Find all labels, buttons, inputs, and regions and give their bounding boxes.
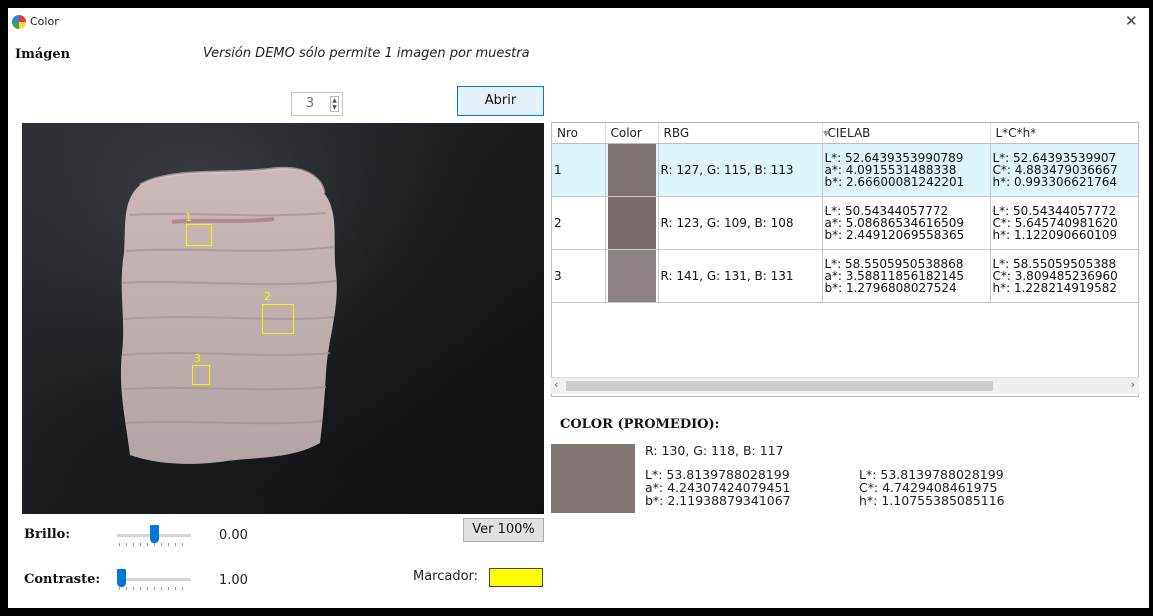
slider-ticks [119, 543, 189, 546]
lch-h: h*: 1.228214919582 [992, 281, 1118, 295]
marker-label: 3 [194, 352, 201, 365]
slider-thumb[interactable] [150, 525, 159, 543]
row-rgb: R: 123, G: 109, B: 108 [658, 196, 823, 250]
row-color-cell [605, 196, 659, 250]
title-bar: Color ✕ [8, 8, 1149, 36]
spinner-arrows-icon[interactable]: ▲ ▼ [330, 96, 339, 112]
image-label: Imágen [15, 47, 71, 62]
row-rgb: R: 141, G: 131, B: 131 [658, 249, 823, 303]
row-nro: 2 [552, 196, 606, 250]
row-lch: L*: 52.64393539907 C*: 4.883479036667 h*… [990, 143, 1138, 197]
row-nro: 3 [552, 249, 606, 303]
close-button[interactable]: ✕ [1125, 12, 1138, 30]
average-rgb: R: 130, G: 118, B: 117 [645, 443, 784, 458]
column-header-lch[interactable]: L*C*h* [990, 123, 1138, 144]
marker-box[interactable] [192, 365, 210, 385]
slider-thumb[interactable] [117, 569, 126, 587]
column-header-rgb[interactable]: RBG [658, 123, 823, 144]
marker-box[interactable] [186, 224, 212, 246]
brightness-label: Brillo: [24, 527, 71, 542]
cielab-b: b*: 1.2796808027524 [824, 281, 957, 295]
cielab-b: b*: 2.66600081242201 [824, 175, 965, 189]
marker-label: 2 [264, 290, 271, 303]
row-color-cell [605, 143, 659, 197]
scroll-right-icon[interactable]: › [1131, 378, 1135, 391]
row-cielab: L*: 50.54344057772 a*: 5.08686534616509 … [822, 196, 991, 250]
scroll-left-icon[interactable]: ‹ [554, 378, 558, 391]
table-header: Nro Color RBG CIELAB L*C*h* [552, 123, 1138, 144]
window-title: Color [30, 15, 59, 28]
row-nro: 1 [552, 143, 606, 197]
row-color-swatch [607, 197, 656, 249]
column-header-nro[interactable]: Nro [552, 123, 606, 144]
row-color-swatch [607, 144, 656, 196]
slider-ticks [119, 587, 189, 590]
table-row[interactable]: 1 R: 127, G: 115, B: 113 L*: 52.64393539… [552, 143, 1138, 197]
lch-h: h*: 1.122090660109 [992, 228, 1118, 242]
marker-box[interactable] [262, 304, 294, 334]
average-cielab-b: b*: 2.11938879341067 [645, 493, 791, 508]
contrast-value: 1.00 [219, 573, 248, 588]
table-row[interactable]: 2 R: 123, G: 109, B: 108 L*: 50.54344057… [552, 196, 1138, 250]
lch-h: h*: 0.993306621764 [992, 175, 1118, 189]
table-row[interactable]: 3 R: 141, G: 131, B: 131 L*: 58.55059505… [552, 249, 1138, 303]
slider-track [117, 578, 191, 581]
column-header-cielab[interactable]: CIELAB [822, 123, 991, 144]
average-lch-h: h*: 1.10755385085116 [859, 493, 1005, 508]
color-window: Color ✕ Imágen Versión DEMO sólo permite… [8, 8, 1149, 608]
sample-photo[interactable]: 1 2 3 [22, 123, 544, 514]
samples-table[interactable]: Nro Color RBG CIELAB L*C*h* 1 R: 127, G:… [551, 122, 1139, 397]
sort-arrow-icon[interactable]: ▼ [823, 129, 829, 138]
marker-color-swatch[interactable] [489, 568, 543, 587]
brightness-value: 0.00 [219, 528, 248, 543]
sample-count-spinner[interactable]: 3 ▲ ▼ [291, 92, 343, 116]
contrast-slider[interactable] [117, 567, 191, 593]
row-cielab: L*: 52.6439353990789 a*: 4.0915531488338… [822, 143, 991, 197]
row-cielab: L*: 58.5505950538868 a*: 3.5881185618214… [822, 249, 991, 303]
cielab-b: b*: 2.44912069558365 [824, 228, 965, 242]
open-button[interactable]: Abrir [457, 86, 544, 116]
scrollbar-thumb[interactable] [566, 381, 993, 391]
average-color-swatch [551, 444, 635, 513]
sample-count-value[interactable]: 3 [298, 96, 322, 111]
marker-label: 1 [185, 211, 192, 224]
column-header-color[interactable]: Color [605, 123, 659, 144]
row-rgb: R: 127, G: 115, B: 113 [658, 143, 823, 197]
brightness-slider[interactable] [117, 523, 191, 549]
row-lch: L*: 50.54344057772 C*: 5.645740981620 h*… [990, 196, 1138, 250]
average-color-title: COLOR (PROMEDIO): [560, 417, 720, 432]
marker-color-label: Marcador: [413, 569, 479, 584]
color-wheel-icon [12, 15, 26, 29]
row-color-cell [605, 249, 659, 303]
table-horizontal-scrollbar[interactable]: ‹ › [551, 377, 1139, 394]
row-color-swatch [607, 250, 656, 302]
view-100-button[interactable]: Ver 100% [463, 518, 544, 542]
row-lch: L*: 58.55059505388 C*: 3.809485236960 h*… [990, 249, 1138, 303]
contrast-label: Contraste: [24, 572, 101, 587]
demo-note: Versión DEMO sólo permite 1 imagen por m… [203, 46, 530, 61]
